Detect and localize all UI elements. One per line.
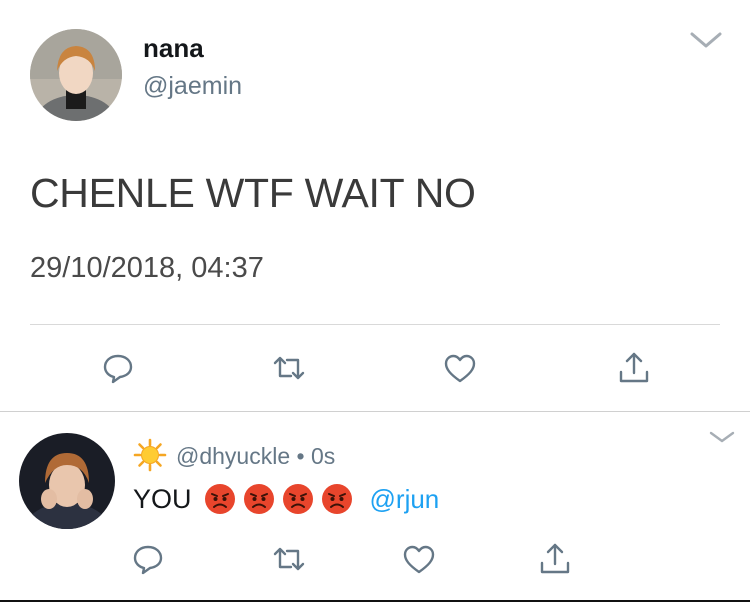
reply-username[interactable]: @dhyuckle • 0s: [176, 443, 335, 470]
retweet-icon[interactable]: [272, 542, 306, 576]
share-icon[interactable]: [617, 350, 651, 384]
like-icon[interactable]: [443, 352, 477, 386]
reply-icon[interactable]: [101, 351, 135, 385]
reply-icon[interactable]: [131, 542, 165, 576]
share-icon[interactable]: [538, 541, 572, 575]
angry-face-icon: [282, 483, 314, 515]
reply-text: YOU: [133, 483, 192, 514]
chevron-down-icon[interactable]: [688, 30, 724, 50]
avatar[interactable]: [19, 433, 115, 529]
angry-face-icon: [243, 483, 275, 515]
reply-text-row: YOU @rjun: [133, 479, 439, 519]
angry-face-icon: [321, 483, 353, 515]
timestamp[interactable]: 29/10/2018, 04:37: [30, 252, 264, 285]
retweet-icon[interactable]: [272, 351, 306, 385]
display-name[interactable]: nana: [143, 33, 204, 64]
chevron-down-icon[interactable]: [708, 430, 736, 444]
username[interactable]: @jaemin: [143, 72, 242, 101]
mention-link[interactable]: @rjun: [370, 484, 440, 515]
angry-face-icon: [204, 483, 236, 515]
like-icon[interactable]: [402, 543, 436, 577]
sun-emoji-icon: [133, 438, 167, 472]
divider: [30, 324, 720, 325]
avatar[interactable]: [30, 29, 122, 121]
divider: [0, 411, 750, 412]
tweet-text: CHENLE WTF WAIT NO: [30, 170, 476, 216]
